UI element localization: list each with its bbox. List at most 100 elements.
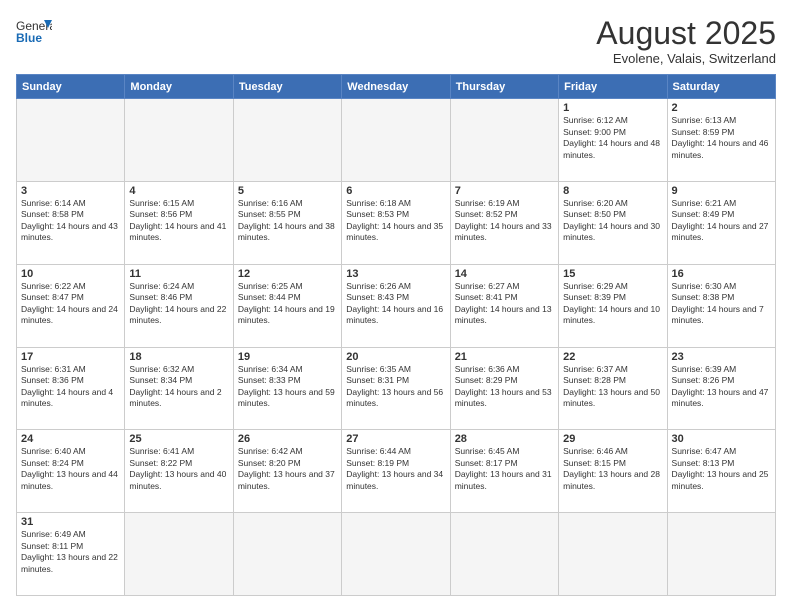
day-number: 8 (563, 185, 662, 197)
day-number: 24 (21, 433, 120, 445)
day-info: Sunrise: 6:44 AMSunset: 8:19 PMDaylight:… (346, 446, 445, 492)
day-info: Sunrise: 6:15 AMSunset: 8:56 PMDaylight:… (129, 198, 228, 244)
calendar-cell (667, 513, 775, 596)
calendar-cell: 16Sunrise: 6:30 AMSunset: 8:38 PMDayligh… (667, 264, 775, 347)
calendar-cell: 19Sunrise: 6:34 AMSunset: 8:33 PMDayligh… (233, 347, 341, 430)
day-number: 4 (129, 185, 228, 197)
day-info: Sunrise: 6:46 AMSunset: 8:15 PMDaylight:… (563, 446, 662, 492)
page: General Blue August 2025 Evolene, Valais… (0, 0, 792, 612)
calendar-cell: 28Sunrise: 6:45 AMSunset: 8:17 PMDayligh… (450, 430, 558, 513)
day-number: 19 (238, 351, 337, 363)
title-area: August 2025 Evolene, Valais, Switzerland (596, 16, 776, 66)
calendar-cell (342, 99, 450, 182)
day-info: Sunrise: 6:37 AMSunset: 8:28 PMDaylight:… (563, 364, 662, 410)
day-number: 23 (672, 351, 771, 363)
calendar-cell: 23Sunrise: 6:39 AMSunset: 8:26 PMDayligh… (667, 347, 775, 430)
day-info: Sunrise: 6:27 AMSunset: 8:41 PMDaylight:… (455, 281, 554, 327)
day-number: 2 (672, 102, 771, 114)
calendar-cell: 2Sunrise: 6:13 AMSunset: 8:59 PMDaylight… (667, 99, 775, 182)
day-number: 3 (21, 185, 120, 197)
calendar-cell (17, 99, 125, 182)
day-number: 27 (346, 433, 445, 445)
calendar-week-3: 17Sunrise: 6:31 AMSunset: 8:36 PMDayligh… (17, 347, 776, 430)
day-number: 28 (455, 433, 554, 445)
day-number: 20 (346, 351, 445, 363)
col-thursday: Thursday (450, 75, 558, 99)
calendar-cell: 13Sunrise: 6:26 AMSunset: 8:43 PMDayligh… (342, 264, 450, 347)
calendar-cell: 5Sunrise: 6:16 AMSunset: 8:55 PMDaylight… (233, 181, 341, 264)
calendar-cell: 26Sunrise: 6:42 AMSunset: 8:20 PMDayligh… (233, 430, 341, 513)
day-number: 12 (238, 268, 337, 280)
calendar-cell: 30Sunrise: 6:47 AMSunset: 8:13 PMDayligh… (667, 430, 775, 513)
day-number: 14 (455, 268, 554, 280)
day-info: Sunrise: 6:49 AMSunset: 8:11 PMDaylight:… (21, 529, 120, 575)
calendar-cell: 27Sunrise: 6:44 AMSunset: 8:19 PMDayligh… (342, 430, 450, 513)
calendar-cell: 9Sunrise: 6:21 AMSunset: 8:49 PMDaylight… (667, 181, 775, 264)
calendar-cell: 20Sunrise: 6:35 AMSunset: 8:31 PMDayligh… (342, 347, 450, 430)
day-number: 25 (129, 433, 228, 445)
day-info: Sunrise: 6:20 AMSunset: 8:50 PMDaylight:… (563, 198, 662, 244)
day-info: Sunrise: 6:30 AMSunset: 8:38 PMDaylight:… (672, 281, 771, 327)
calendar-cell: 17Sunrise: 6:31 AMSunset: 8:36 PMDayligh… (17, 347, 125, 430)
calendar-cell: 31Sunrise: 6:49 AMSunset: 8:11 PMDayligh… (17, 513, 125, 596)
day-info: Sunrise: 6:42 AMSunset: 8:20 PMDaylight:… (238, 446, 337, 492)
calendar-week-5: 31Sunrise: 6:49 AMSunset: 8:11 PMDayligh… (17, 513, 776, 596)
col-wednesday: Wednesday (342, 75, 450, 99)
col-monday: Monday (125, 75, 233, 99)
day-info: Sunrise: 6:26 AMSunset: 8:43 PMDaylight:… (346, 281, 445, 327)
col-friday: Friday (559, 75, 667, 99)
day-info: Sunrise: 6:16 AMSunset: 8:55 PMDaylight:… (238, 198, 337, 244)
day-number: 13 (346, 268, 445, 280)
day-number: 18 (129, 351, 228, 363)
calendar-cell: 21Sunrise: 6:36 AMSunset: 8:29 PMDayligh… (450, 347, 558, 430)
day-info: Sunrise: 6:25 AMSunset: 8:44 PMDaylight:… (238, 281, 337, 327)
day-number: 15 (563, 268, 662, 280)
col-tuesday: Tuesday (233, 75, 341, 99)
day-info: Sunrise: 6:18 AMSunset: 8:53 PMDaylight:… (346, 198, 445, 244)
calendar-cell (233, 99, 341, 182)
calendar-cell: 7Sunrise: 6:19 AMSunset: 8:52 PMDaylight… (450, 181, 558, 264)
calendar-cell: 8Sunrise: 6:20 AMSunset: 8:50 PMDaylight… (559, 181, 667, 264)
calendar-cell (342, 513, 450, 596)
calendar-cell: 24Sunrise: 6:40 AMSunset: 8:24 PMDayligh… (17, 430, 125, 513)
header: General Blue August 2025 Evolene, Valais… (16, 16, 776, 66)
calendar-cell (125, 513, 233, 596)
day-info: Sunrise: 6:12 AMSunset: 9:00 PMDaylight:… (563, 115, 662, 161)
generalblue-logo-icon: General Blue (16, 16, 52, 44)
calendar-cell: 4Sunrise: 6:15 AMSunset: 8:56 PMDaylight… (125, 181, 233, 264)
day-info: Sunrise: 6:21 AMSunset: 8:49 PMDaylight:… (672, 198, 771, 244)
calendar-cell (450, 513, 558, 596)
calendar-cell: 1Sunrise: 6:12 AMSunset: 9:00 PMDaylight… (559, 99, 667, 182)
day-number: 31 (21, 516, 120, 528)
day-info: Sunrise: 6:13 AMSunset: 8:59 PMDaylight:… (672, 115, 771, 161)
calendar-week-2: 10Sunrise: 6:22 AMSunset: 8:47 PMDayligh… (17, 264, 776, 347)
calendar-cell: 3Sunrise: 6:14 AMSunset: 8:58 PMDaylight… (17, 181, 125, 264)
day-number: 30 (672, 433, 771, 445)
col-saturday: Saturday (667, 75, 775, 99)
day-info: Sunrise: 6:36 AMSunset: 8:29 PMDaylight:… (455, 364, 554, 410)
calendar-cell: 11Sunrise: 6:24 AMSunset: 8:46 PMDayligh… (125, 264, 233, 347)
calendar-cell: 22Sunrise: 6:37 AMSunset: 8:28 PMDayligh… (559, 347, 667, 430)
day-number: 10 (21, 268, 120, 280)
calendar-cell: 25Sunrise: 6:41 AMSunset: 8:22 PMDayligh… (125, 430, 233, 513)
day-info: Sunrise: 6:29 AMSunset: 8:39 PMDaylight:… (563, 281, 662, 327)
calendar-cell: 12Sunrise: 6:25 AMSunset: 8:44 PMDayligh… (233, 264, 341, 347)
day-info: Sunrise: 6:39 AMSunset: 8:26 PMDaylight:… (672, 364, 771, 410)
day-info: Sunrise: 6:47 AMSunset: 8:13 PMDaylight:… (672, 446, 771, 492)
day-info: Sunrise: 6:45 AMSunset: 8:17 PMDaylight:… (455, 446, 554, 492)
month-title: August 2025 (596, 16, 776, 51)
subtitle: Evolene, Valais, Switzerland (596, 51, 776, 66)
day-info: Sunrise: 6:40 AMSunset: 8:24 PMDaylight:… (21, 446, 120, 492)
day-info: Sunrise: 6:35 AMSunset: 8:31 PMDaylight:… (346, 364, 445, 410)
day-info: Sunrise: 6:24 AMSunset: 8:46 PMDaylight:… (129, 281, 228, 327)
calendar-week-1: 3Sunrise: 6:14 AMSunset: 8:58 PMDaylight… (17, 181, 776, 264)
calendar-cell (125, 99, 233, 182)
calendar-cell (559, 513, 667, 596)
calendar-cell (450, 99, 558, 182)
svg-text:Blue: Blue (16, 31, 42, 44)
day-info: Sunrise: 6:31 AMSunset: 8:36 PMDaylight:… (21, 364, 120, 410)
calendar-table: Sunday Monday Tuesday Wednesday Thursday… (16, 74, 776, 596)
day-number: 9 (672, 185, 771, 197)
day-number: 16 (672, 268, 771, 280)
calendar-cell: 15Sunrise: 6:29 AMSunset: 8:39 PMDayligh… (559, 264, 667, 347)
